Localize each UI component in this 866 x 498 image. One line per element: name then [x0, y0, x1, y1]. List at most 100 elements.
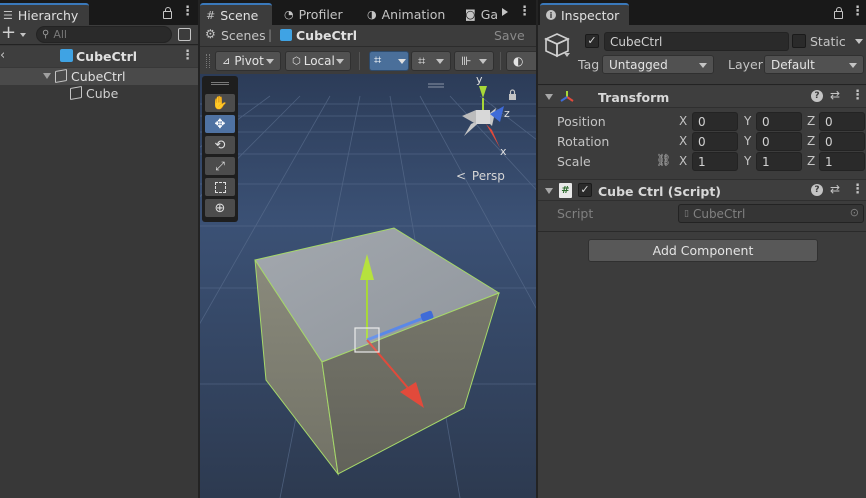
- layer-label: Layer: [728, 57, 763, 72]
- scale-x-field[interactable]: 1: [692, 152, 738, 171]
- tag-dropdown[interactable]: Untagged: [602, 55, 714, 74]
- more-options-icon[interactable]: ⋮: [851, 4, 864, 19]
- add-dropdown-icon[interactable]: [20, 33, 26, 37]
- object-picker-icon[interactable]: ⊙: [850, 206, 859, 219]
- rect-tool-button[interactable]: [205, 178, 235, 196]
- tools-overlay: ✋ ✥ ⟲ ⤢ ⊕: [202, 76, 238, 222]
- scene-view-canvas[interactable]: [200, 74, 536, 498]
- scene-breadcrumb-bar: ⚙ Scenes | CubeCtrl Save: [200, 25, 536, 46]
- component-menu-icon[interactable]: ⋮: [851, 182, 864, 197]
- hierarchy-search-input[interactable]: ⚲ All: [36, 26, 172, 43]
- transform-icon: [560, 91, 574, 102]
- static-checkbox[interactable]: [792, 34, 806, 48]
- position-z-field[interactable]: 0: [819, 112, 865, 131]
- presets-icon[interactable]: ⇄: [830, 88, 840, 102]
- scale-y-value: 1: [762, 154, 770, 169]
- lock-icon[interactable]: [834, 7, 843, 19]
- scale-x-value: 1: [698, 154, 706, 169]
- script-object-field[interactable]: ▯ CubeCtrl ⊙: [678, 204, 864, 223]
- grid-snap-icon: ⌗: [374, 53, 382, 68]
- tools-overlay-handle[interactable]: [211, 82, 229, 85]
- presets-icon[interactable]: ⇄: [830, 182, 840, 196]
- pivot-dropdown[interactable]: ⊿ Pivot: [215, 51, 281, 71]
- breadcrumb-current[interactable]: CubeCtrl: [296, 28, 357, 43]
- grid-visibility-dropdown[interactable]: ⌗: [411, 51, 451, 71]
- help-icon[interactable]: ?: [811, 184, 823, 196]
- pivot-icon: ⊿: [222, 55, 231, 67]
- toolbar-grip[interactable]: [206, 54, 210, 68]
- tab-animation[interactable]: ◑ Animation: [361, 3, 451, 25]
- tab-game[interactable]: ◙ Ga: [459, 3, 504, 25]
- expand-arrow-icon[interactable]: [43, 73, 51, 79]
- persp-toggle[interactable]: < Persp: [456, 169, 505, 183]
- rotation-y-field[interactable]: 0: [756, 132, 802, 151]
- profiler-icon: ◔: [284, 7, 294, 21]
- hand-tool-button[interactable]: ✋: [205, 94, 235, 112]
- scale-tool-button[interactable]: ⤢: [205, 157, 235, 175]
- scene-viewport[interactable]: y z x < Persp ✋ ✥ ⟲ ⤢ ⊕: [200, 74, 536, 498]
- position-y-value: 0: [762, 114, 770, 129]
- object-name-input[interactable]: CubeCtrl: [604, 32, 789, 51]
- script-asset-icon: ▯: [684, 208, 689, 219]
- y-axis-label: Y: [744, 134, 752, 148]
- transform-tool-button[interactable]: ⊕: [205, 199, 235, 217]
- breadcrumb-root[interactable]: Scenes: [221, 28, 266, 43]
- script-file-icon: #: [559, 183, 572, 198]
- scale-label: Scale: [557, 154, 591, 169]
- scene-name: CubeCtrl: [76, 49, 138, 64]
- static-dropdown-icon[interactable]: [855, 39, 863, 44]
- scene-more-icon[interactable]: ⋮: [181, 48, 194, 63]
- script-component-header[interactable]: # ✓ Cube Ctrl (Script) ? ⇄ ⋮: [538, 179, 866, 201]
- add-component-button[interactable]: Add Component: [588, 239, 818, 262]
- move-tool-button[interactable]: ✥: [205, 115, 235, 133]
- gizmo-center-handle[interactable]: [354, 327, 380, 353]
- script-enabled-checkbox[interactable]: ✓: [578, 183, 592, 197]
- foldout-arrow-icon[interactable]: [545, 94, 553, 100]
- rotate-tool-button[interactable]: ⟲: [205, 136, 235, 154]
- z-axis-label: Z: [807, 134, 816, 148]
- hierarchy-item-cube[interactable]: Cube: [0, 85, 198, 102]
- scene-toolbar: ⊿ Pivot ⬡ Local ⌗ ⌗ ⊪ ◐: [200, 46, 542, 74]
- rotation-z-value: 0: [825, 134, 833, 149]
- object-active-checkbox[interactable]: ✓: [585, 34, 599, 48]
- save-button[interactable]: Save: [494, 28, 525, 43]
- scene-visibility-icon[interactable]: [178, 28, 191, 41]
- position-x-field[interactable]: 0: [692, 112, 738, 131]
- component-menu-icon[interactable]: ⋮: [851, 88, 864, 103]
- increment-snap-dropdown[interactable]: ⊪: [454, 51, 494, 71]
- animation-icon: ◑: [367, 7, 377, 21]
- tab-animation-label: Animation: [381, 6, 446, 22]
- local-dropdown[interactable]: ⬡ Local: [285, 51, 351, 71]
- layer-dropdown[interactable]: Default: [764, 55, 864, 74]
- more-options-icon[interactable]: ⋮: [181, 4, 194, 19]
- back-icon[interactable]: ‹: [0, 48, 5, 63]
- scale-z-value: 1: [825, 154, 833, 169]
- foldout-arrow-icon[interactable]: [545, 188, 553, 194]
- scene-more-options-icon[interactable]: ⋮: [518, 4, 531, 19]
- hierarchy-item-cubectrl[interactable]: CubeCtrl: [0, 68, 198, 85]
- constrain-proportions-icon[interactable]: ⛓: [656, 153, 671, 167]
- transform-header[interactable]: Transform ? ⇄ ⋮: [538, 86, 866, 108]
- tab-scroll-icon[interactable]: [502, 8, 508, 16]
- rotation-x-field[interactable]: 0: [692, 132, 738, 151]
- add-icon[interactable]: +: [1, 22, 16, 43]
- z-axis-label: Z: [807, 154, 816, 168]
- script-value: CubeCtrl: [692, 206, 746, 221]
- tab-scene[interactable]: # Scene: [200, 3, 272, 25]
- scale-z-field[interactable]: 1: [819, 152, 865, 171]
- tab-inspector[interactable]: i Inspector: [540, 3, 629, 25]
- rotation-z-field[interactable]: 0: [819, 132, 865, 151]
- transform-row-position: Position X 0 Y 0 Z 0: [538, 111, 866, 131]
- scale-y-field[interactable]: 1: [756, 152, 802, 171]
- hierarchy-panel: ☰ Hierarchy ⋮ + ⚲ All ‹ CubeCtrl ⋮ CubeC…: [0, 0, 198, 498]
- chevron-down-icon[interactable]: [398, 59, 406, 64]
- grid-snap-button[interactable]: ⌗: [369, 51, 409, 71]
- tab-profiler[interactable]: ◔ Profiler: [278, 3, 349, 25]
- help-icon[interactable]: ?: [811, 90, 823, 102]
- icon-dropdown-arrow[interactable]: [564, 53, 570, 57]
- lock-icon[interactable]: [163, 7, 172, 19]
- position-y-field[interactable]: 0: [756, 112, 802, 131]
- scene-tabbar: # Scene ◔ Profiler ◑ Animation ◙ Ga ⋮: [200, 0, 536, 25]
- check-icon: ✓: [580, 183, 590, 196]
- scene-header-row[interactable]: ‹ CubeCtrl ⋮: [0, 46, 198, 67]
